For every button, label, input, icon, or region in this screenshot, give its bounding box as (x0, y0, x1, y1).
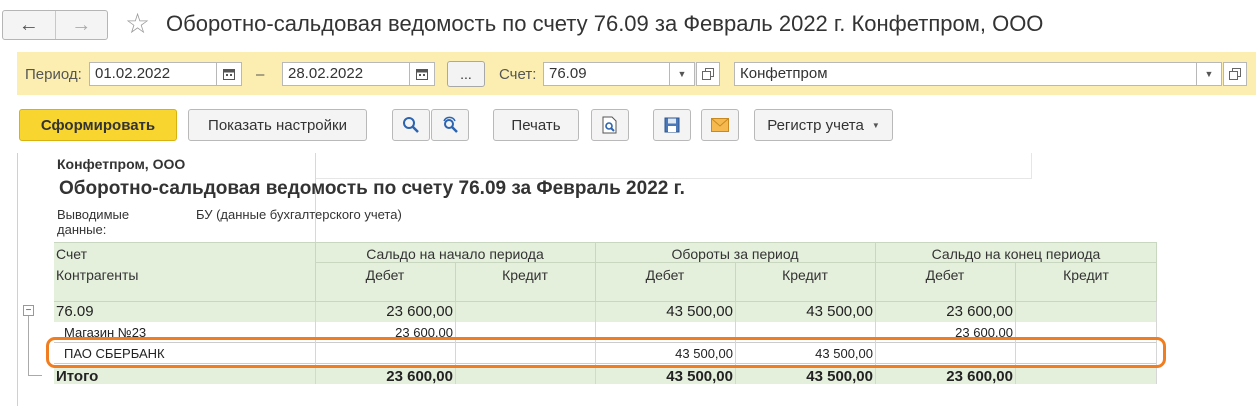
report-title: Оборотно-сальдовая ведомость по счету 76… (59, 178, 685, 199)
arrow-left-icon: ← (18, 13, 39, 36)
accounting-register-label: Регистр учета (767, 116, 864, 134)
cell-open-debit: 23 600,00 (386, 368, 453, 384)
report-left-border (17, 153, 18, 406)
highlight-annotation (46, 337, 1166, 368)
organization-select[interactable]: Конфетпром (734, 62, 1197, 86)
header-debit: Дебет (365, 267, 405, 283)
cell-turn-debit: 43 500,00 (666, 368, 733, 384)
arrow-right-icon: → (71, 13, 92, 36)
open-copy-icon (702, 68, 714, 80)
save-button[interactable] (653, 109, 691, 141)
date-to-input[interactable]: 28.02.2022 (282, 62, 410, 86)
grid-line (1031, 153, 1032, 178)
header-opening-balance: Сальдо на начало периода (366, 246, 544, 262)
account-select[interactable]: 76.09 (543, 62, 670, 86)
output-label: Выводимые данные: (57, 207, 130, 237)
save-icon (664, 117, 680, 133)
calendar-button[interactable] (409, 62, 435, 86)
header-counterparties: Контрагенты (56, 267, 139, 283)
cell-turn-credit: 43 500,00 (806, 368, 873, 384)
search-refresh-icon (443, 116, 458, 133)
output-value: БУ (данные бухгалтерского учета) (196, 207, 402, 222)
table-row-total[interactable]: Итого 23 600,00 43 500,00 43 500,00 23 6… (54, 366, 1157, 384)
period-label: Период: (25, 66, 82, 83)
calendar-button[interactable] (216, 62, 242, 86)
favorite-star-icon[interactable]: ☆ (125, 8, 150, 40)
header-account: Счет (56, 246, 87, 262)
chevron-down-icon: ▼ (1204, 69, 1214, 79)
header-debit: Дебет (925, 267, 965, 283)
group-tree-line (28, 375, 42, 376)
print-preview-icon (602, 116, 617, 134)
window-title: Оборотно-сальдовая ведомость по счету 76… (166, 11, 1044, 36)
row-account: 76.09 (56, 303, 94, 320)
calendar-icon (416, 69, 428, 80)
navigation-buttons: ← → (2, 10, 108, 40)
search-icon (403, 117, 419, 133)
chevron-down-icon: ▼ (871, 120, 880, 130)
header-debit: Дебет (645, 267, 685, 283)
cell-turn-debit: 43 500,00 (666, 303, 733, 320)
print-preview-button[interactable] (591, 109, 629, 141)
table-header: Счет Контрагенты Сальдо на начало период… (54, 242, 1157, 302)
search-button[interactable] (392, 109, 430, 141)
generate-button[interactable]: Сформировать (19, 109, 177, 141)
account-open-button[interactable] (696, 62, 720, 86)
header-credit: Кредит (782, 267, 828, 283)
calendar-icon (223, 69, 235, 80)
collapse-group-button[interactable]: − (23, 305, 34, 316)
open-copy-icon (1229, 68, 1241, 80)
cell-turn-credit: 43 500,00 (806, 303, 873, 320)
print-button[interactable]: Печать (493, 109, 579, 141)
header-closing-balance: Сальдо на конец периода (931, 246, 1101, 262)
date-from-input[interactable]: 01.02.2022 (89, 62, 217, 86)
minus-icon: − (25, 305, 32, 316)
report-organization: Конфетпром, ООО (57, 156, 186, 172)
back-button[interactable]: ← (3, 11, 55, 39)
account-label: Счет: (499, 66, 537, 83)
forward-button[interactable]: → (54, 11, 108, 39)
group-tree-line (28, 316, 29, 376)
table-row[interactable]: 76.09 23 600,00 43 500,00 43 500,00 23 6… (54, 302, 1157, 322)
show-settings-button[interactable]: Показать настройки (188, 109, 367, 141)
select-period-button[interactable]: ... (447, 61, 485, 87)
row-total-label: Итого (56, 368, 99, 384)
header-turnover: Обороты за период (671, 246, 799, 262)
organization-open-button[interactable] (1223, 62, 1247, 86)
chevron-down-icon: ▼ (677, 69, 687, 79)
send-email-button[interactable] (701, 109, 739, 141)
header-credit: Кредит (1063, 267, 1109, 283)
organization-dropdown-button[interactable]: ▼ (1196, 62, 1222, 86)
header-credit: Кредит (502, 267, 548, 283)
accounting-register-button[interactable]: Регистр учета ▼ (754, 109, 893, 141)
account-dropdown-button[interactable]: ▼ (669, 62, 695, 86)
cell-open-debit: 23 600,00 (386, 303, 453, 320)
cell-close-debit: 23 600,00 (946, 303, 1013, 320)
cell-close-debit: 23 600,00 (946, 368, 1013, 384)
search-next-button[interactable] (431, 109, 469, 141)
period-dash: – (256, 66, 265, 83)
envelope-icon (711, 118, 729, 132)
